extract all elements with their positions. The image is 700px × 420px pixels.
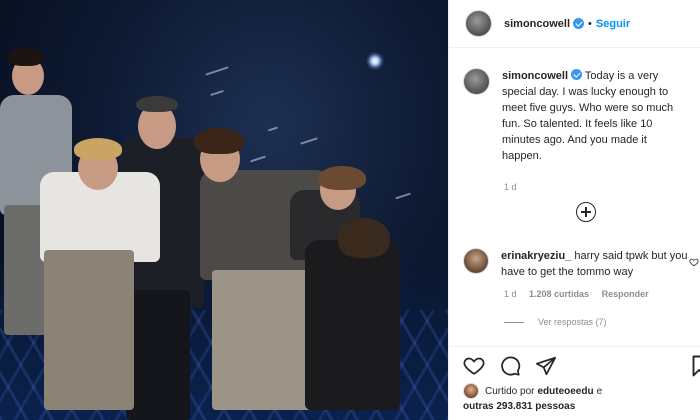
commenter-avatar[interactable] xyxy=(463,248,489,274)
caption-text-block: simoncowell Today is a very special day.… xyxy=(502,68,686,164)
post-sidebar: simoncowell • Seguir simoncowell Today i… xyxy=(448,0,700,420)
follow-button[interactable]: Seguir xyxy=(596,18,630,30)
post-view: simoncowell • Seguir simoncowell Today i… xyxy=(0,0,700,420)
post-actions xyxy=(463,355,557,377)
replies-divider xyxy=(504,321,524,323)
light-streak xyxy=(395,192,411,200)
light-streak xyxy=(250,155,266,163)
post-caption: simoncowell Today is a very special day.… xyxy=(449,48,700,164)
view-replies-label[interactable]: Ver respostas (7) xyxy=(538,317,607,327)
caption-time: 1 d xyxy=(504,182,517,192)
comment-bubble-icon[interactable] xyxy=(499,355,521,377)
light-streak xyxy=(210,89,224,97)
light-streak xyxy=(267,126,279,132)
comment-time: 1 d xyxy=(504,289,517,299)
verified-icon xyxy=(571,69,583,80)
post-photo[interactable] xyxy=(0,0,448,420)
verified-icon xyxy=(573,18,585,29)
liker-username[interactable]: eduteoeedu xyxy=(537,384,593,399)
likes-prefix: Curtido por xyxy=(485,385,535,397)
comment-text-block: erinakryeziu_ harry said tpwk but you ha… xyxy=(501,248,697,280)
caption-username[interactable]: simoncowell xyxy=(502,70,568,82)
comment-meta: 1 d 1.208 curtidas Responder xyxy=(504,289,659,299)
liker-avatar[interactable] xyxy=(463,383,479,399)
comment-likes[interactable]: 1.208 curtidas xyxy=(529,289,589,299)
light-streak xyxy=(300,137,318,145)
reply-button[interactable]: Responder xyxy=(602,289,649,299)
author-username[interactable]: simoncowell xyxy=(504,18,570,30)
likes-others[interactable]: outras 293.831 pessoas xyxy=(463,401,575,412)
comment-username[interactable]: erinakryeziu_ xyxy=(501,250,571,262)
like-comment-heart-icon[interactable] xyxy=(689,257,699,267)
load-more-comments-icon[interactable] xyxy=(576,202,596,222)
view-replies[interactable]: Ver respostas (7) xyxy=(504,317,607,327)
comment-item: erinakryeziu_ harry said tpwk but you ha… xyxy=(463,248,700,280)
likes-summary: Curtido por eduteoeedu e outras 293.831 … xyxy=(463,383,602,414)
share-send-icon[interactable] xyxy=(535,355,557,377)
likes-conjunction: e xyxy=(596,385,603,397)
light-streak xyxy=(205,66,229,76)
author-avatar[interactable] xyxy=(465,10,492,37)
post-header: simoncowell • Seguir xyxy=(449,0,700,48)
save-bookmark-icon[interactable] xyxy=(692,355,700,377)
author-avatar[interactable] xyxy=(463,68,490,95)
separator-dot: • xyxy=(588,17,592,30)
like-heart-icon[interactable] xyxy=(463,355,485,377)
actions-divider xyxy=(449,346,700,347)
light-sparkle xyxy=(366,52,384,70)
caption-text: Today is a very special day. I was lucky… xyxy=(502,70,674,162)
